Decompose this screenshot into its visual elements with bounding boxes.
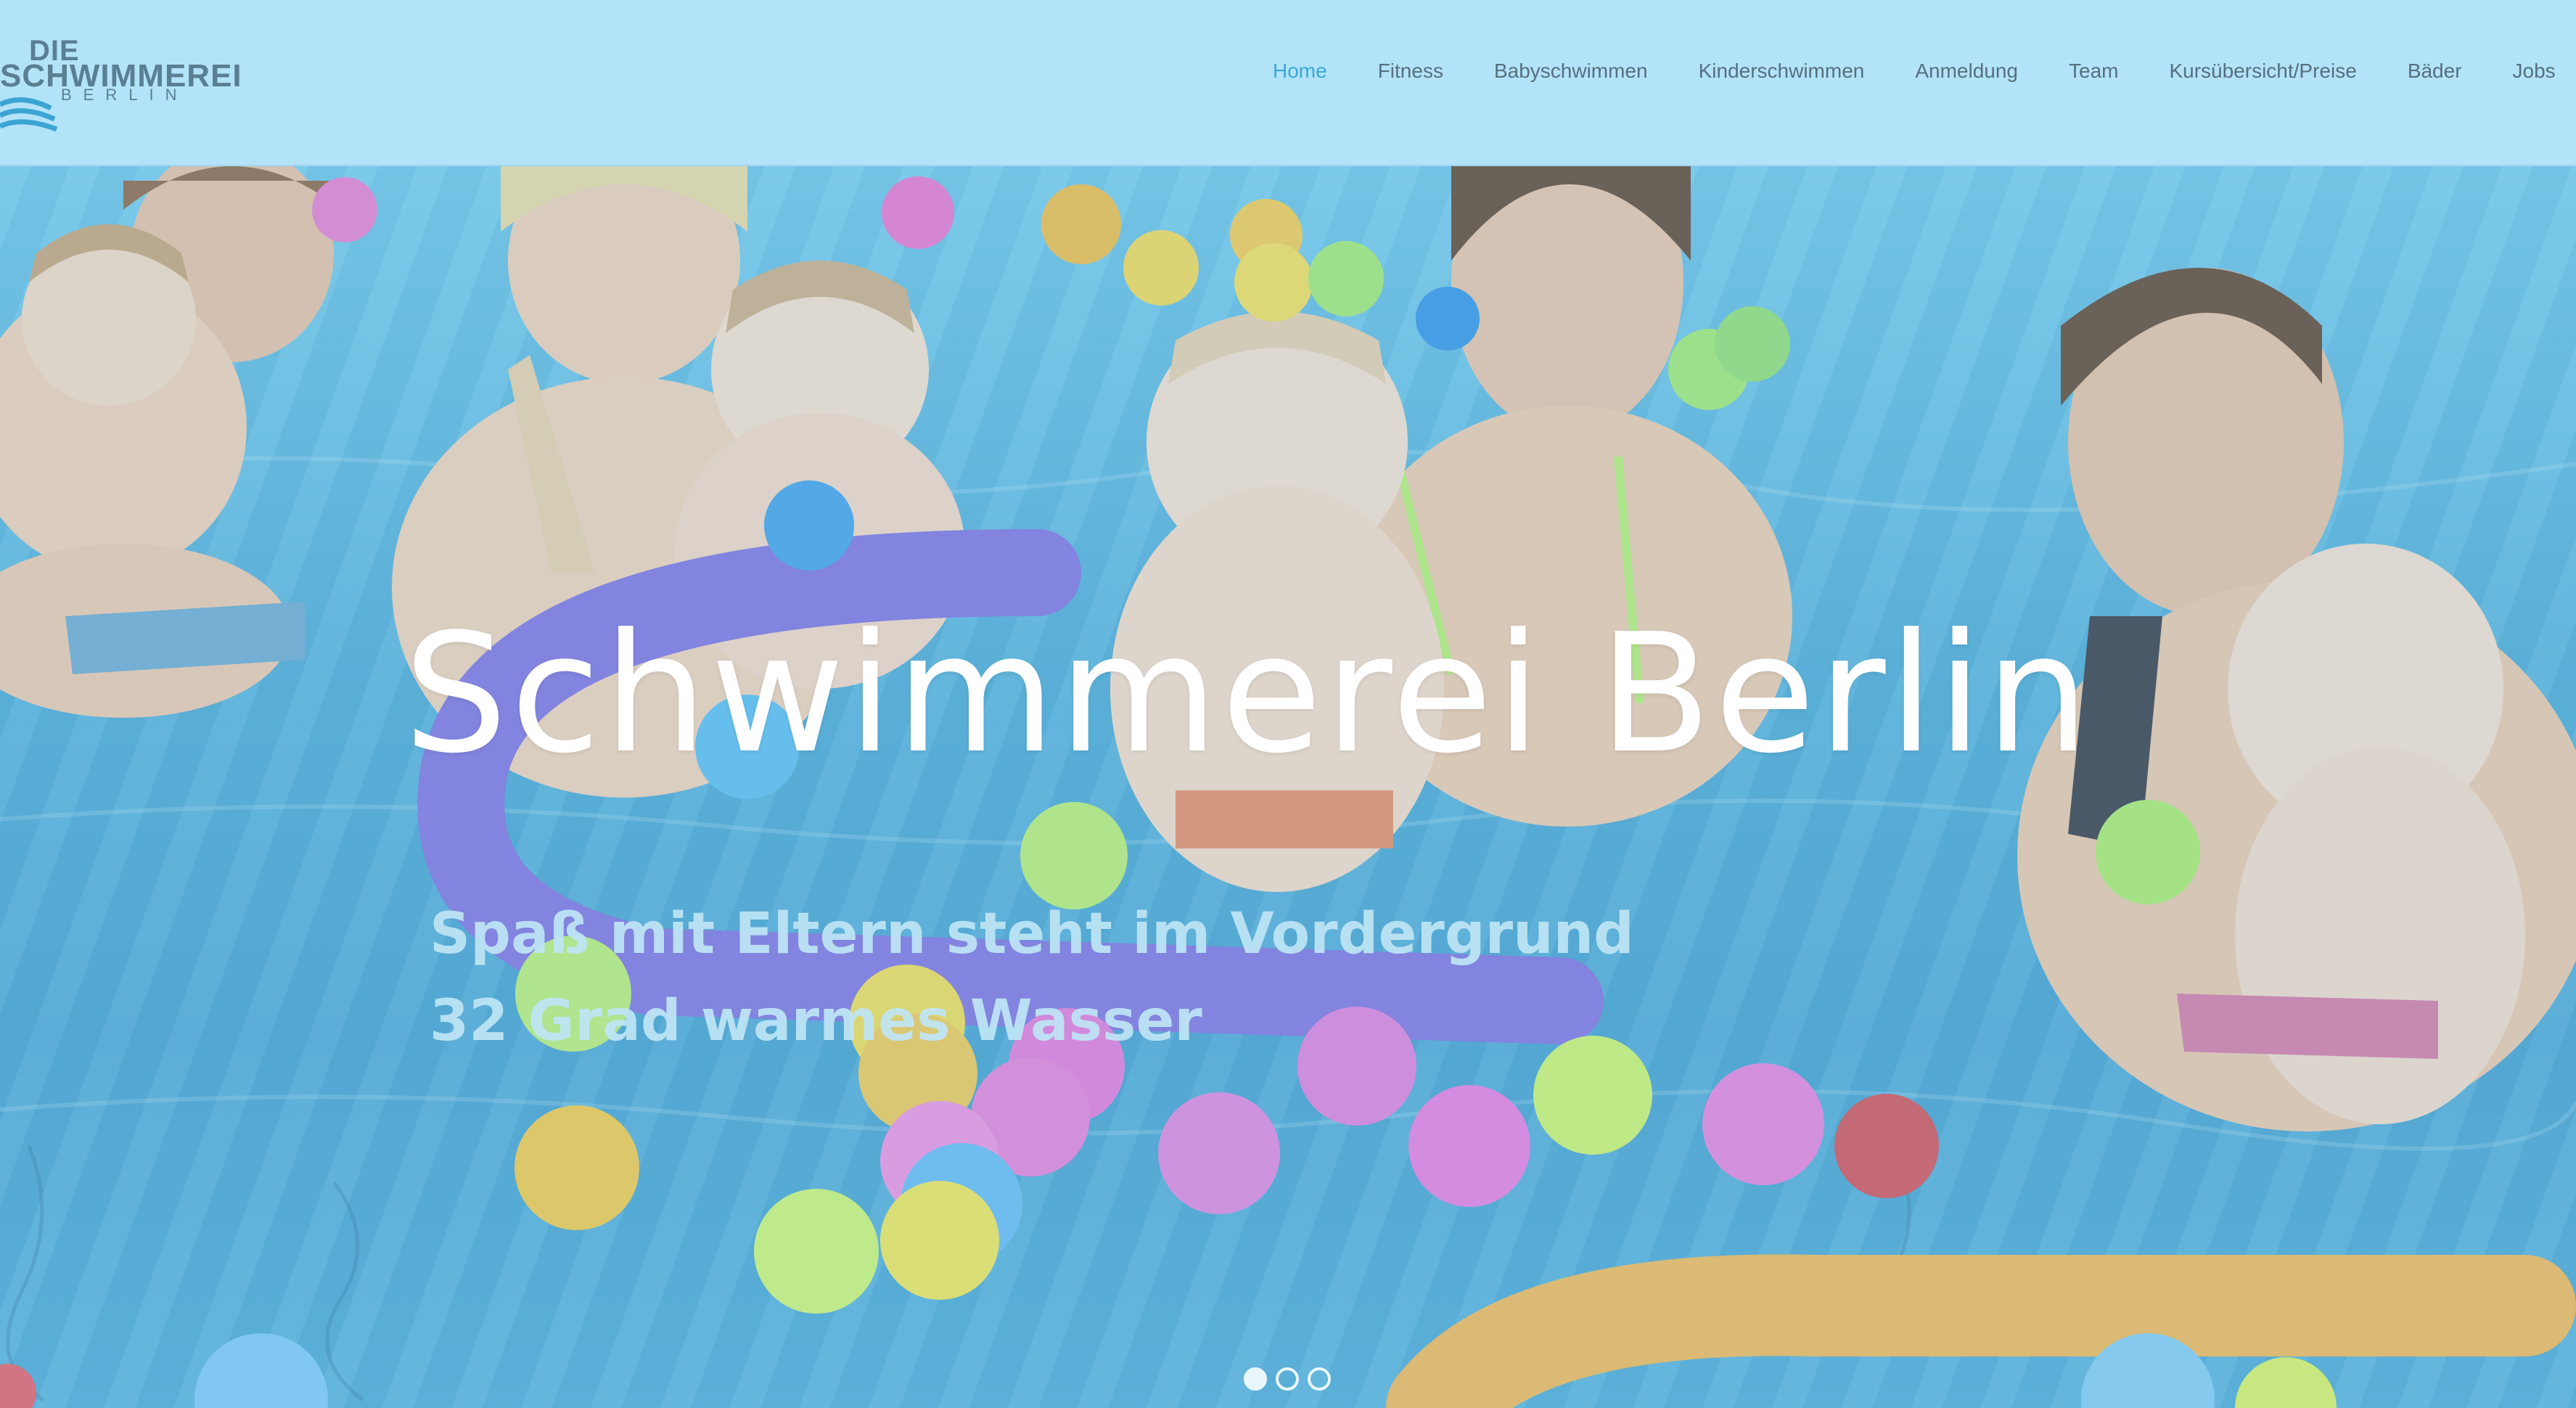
nav-item-baeder[interactable]: Bäder — [2408, 57, 2462, 86]
nav-item-fitness[interactable]: Fitness — [1378, 57, 1443, 86]
slider-dot-2[interactable] — [1276, 1367, 1299, 1391]
slider-dot-1[interactable] — [1244, 1367, 1267, 1391]
nav-item-babyschwimmen[interactable]: Babyschwimmen — [1494, 57, 1648, 86]
hero-slider[interactable]: Schwimmerei Berlin Spaß mit Eltern steht… — [0, 166, 2576, 1408]
logo-text-berlin: BERLIN — [61, 86, 189, 104]
hero-title: Schwimmerei Berlin — [403, 599, 2093, 790]
hero-subtitle-2: 32 Grad warmes Wasser — [430, 989, 1202, 1054]
slider-dot-3[interactable] — [1308, 1367, 1331, 1391]
main-nav: Home Fitness Babyschwimmen Kinderschwimm… — [1273, 57, 2576, 86]
nav-item-kinderschwimmen[interactable]: Kinderschwimmen — [1699, 57, 1865, 86]
slider-pagination — [1244, 1367, 1331, 1391]
nav-item-kursuebersicht[interactable]: Kursübersicht/Preise — [2169, 57, 2356, 86]
site-logo[interactable]: DIE SCHWIMMEREI BERLIN — [0, 32, 242, 134]
nav-item-anmeldung[interactable]: Anmeldung — [1915, 57, 2018, 86]
site-header: DIE SCHWIMMEREI BERLIN Home Fitness Baby… — [0, 0, 2576, 166]
nav-item-home[interactable]: Home — [1273, 57, 1327, 86]
nav-item-team[interactable]: Team — [2069, 57, 2118, 86]
wave-icon — [0, 97, 58, 132]
hero-subtitle-1: Spaß mit Eltern steht im Vordergrund — [430, 901, 1635, 967]
nav-item-jobs[interactable]: Jobs — [2513, 57, 2556, 86]
